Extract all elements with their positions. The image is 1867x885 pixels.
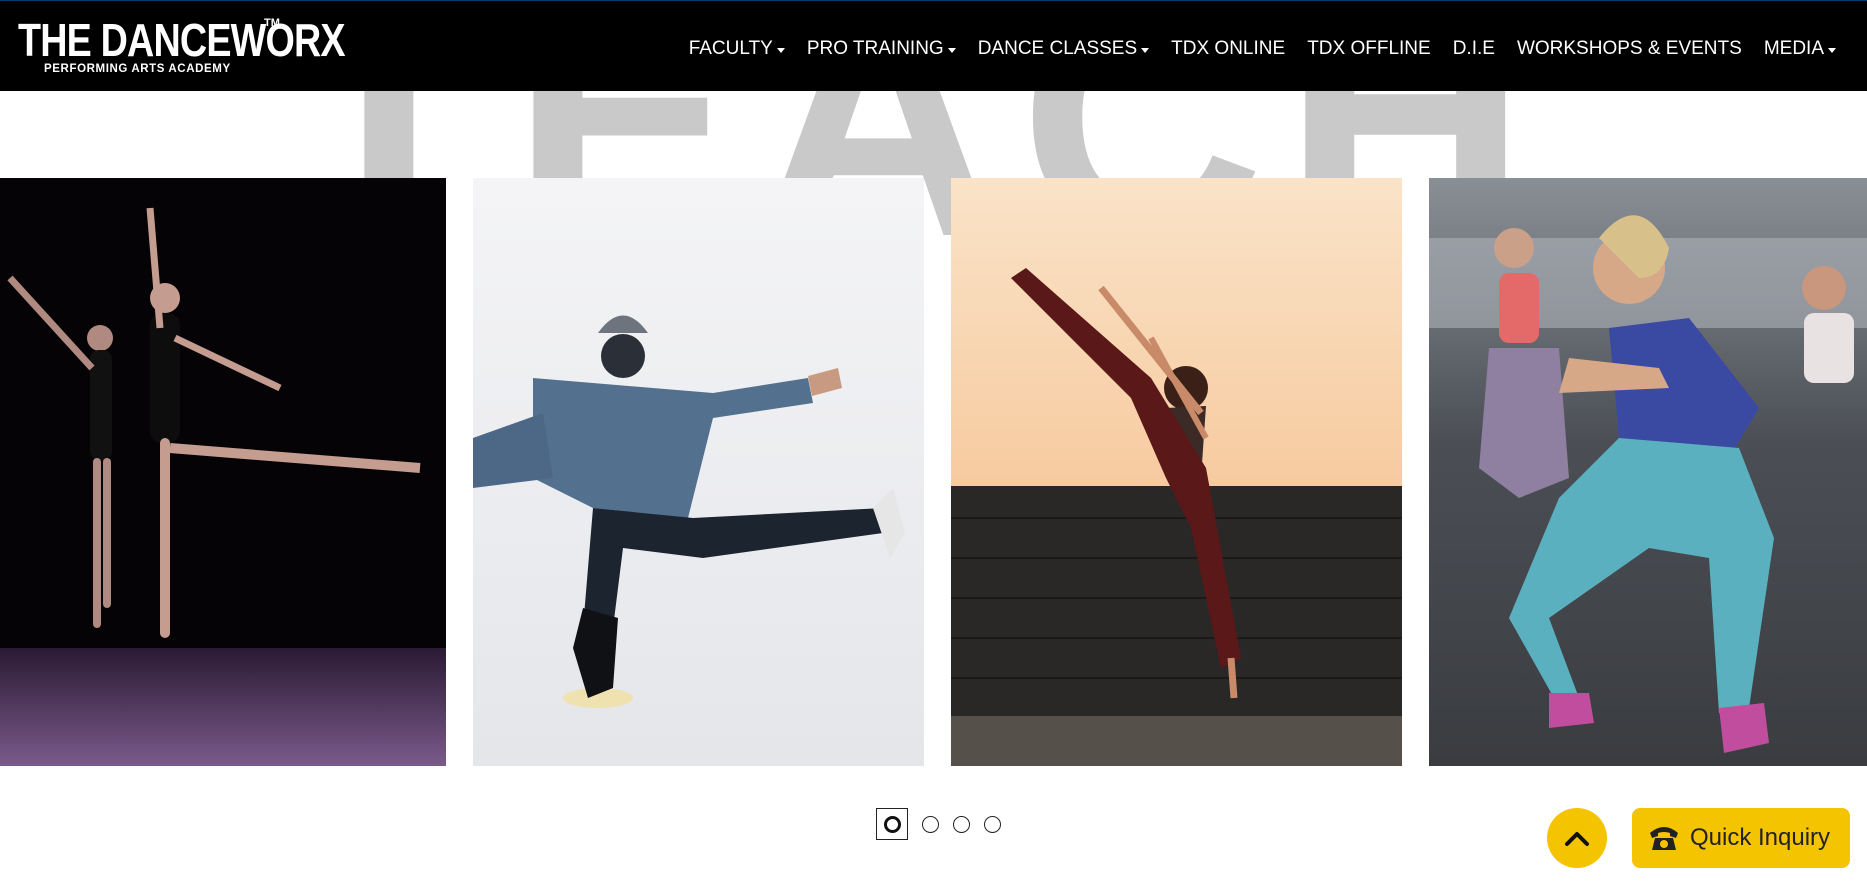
nav-item-media[interactable]: MEDIA xyxy=(1753,37,1847,61)
nav-label: FACULTY xyxy=(688,38,773,59)
ballet-dancers-photo xyxy=(0,178,446,766)
main-nav: FACULTY PRO TRAINING DANCE CLASSES TDX O… xyxy=(678,37,1847,61)
nav-label: MEDIA xyxy=(1763,38,1824,59)
carousel-dot-4[interactable] xyxy=(984,815,1001,833)
carousel-slide-hiphop[interactable] xyxy=(473,178,924,766)
nav-label: WORKSHOPS & EVENTS xyxy=(1516,38,1742,59)
top-navbar: THE DANCEWORX TM PERFORMING ARTS ACADEMY… xyxy=(0,0,1867,91)
scroll-to-top-button[interactable] xyxy=(1547,808,1607,868)
nav-label: TDX ONLINE xyxy=(1171,38,1286,59)
chevron-down-icon xyxy=(1141,47,1150,53)
image-carousel[interactable] xyxy=(0,178,1867,766)
carousel-slide-fitness[interactable] xyxy=(1429,178,1867,766)
carousel-slide-ballet[interactable] xyxy=(0,178,446,766)
chevron-down-icon xyxy=(776,47,785,53)
carousel-dot-3[interactable] xyxy=(953,815,970,833)
nav-item-dance-classes[interactable]: DANCE CLASSES xyxy=(967,37,1160,61)
fitness-class-squat-photo xyxy=(1429,178,1867,766)
chevron-down-icon xyxy=(1828,47,1836,53)
nav-item-faculty[interactable]: FACULTY xyxy=(678,37,796,61)
carousel-slide-contemporary[interactable] xyxy=(951,178,1402,766)
trademark-mark: TM xyxy=(264,17,280,29)
carousel-dot-1-active[interactable] xyxy=(876,808,908,840)
brand-tagline: PERFORMING ARTS ACADEMY xyxy=(44,63,231,75)
nav-item-tdx-online[interactable]: TDX ONLINE xyxy=(1160,37,1296,61)
nav-label: D.I.E xyxy=(1452,38,1495,59)
nav-item-workshops-events[interactable]: WORKSHOPS & EVENTS xyxy=(1506,37,1753,61)
nav-label: TDX OFFLINE xyxy=(1307,38,1431,59)
chevron-down-icon xyxy=(947,47,956,53)
nav-label: DANCE CLASSES xyxy=(977,38,1138,59)
hip-hop-dancer-photo xyxy=(473,178,924,766)
contemporary-dancer-sunset-photo xyxy=(951,178,1402,766)
nav-item-pro-training[interactable]: PRO TRAINING xyxy=(796,37,967,61)
telephone-icon xyxy=(1650,827,1678,850)
chevron-up-icon xyxy=(1565,832,1589,846)
carousel-dot-2[interactable] xyxy=(922,815,939,833)
brand-logo[interactable]: THE DANCEWORX TM PERFORMING ARTS ACADEMY xyxy=(18,15,346,77)
active-dot-icon xyxy=(883,815,901,833)
brand-name: THE DANCEWORX xyxy=(18,14,346,66)
carousel-pagination xyxy=(876,808,1001,840)
nav-item-tdx-offline[interactable]: TDX OFFLINE xyxy=(1296,37,1442,61)
quick-inquiry-button[interactable]: Quick Inquiry xyxy=(1632,808,1850,868)
nav-label: PRO TRAINING xyxy=(806,38,944,59)
quick-inquiry-label: Quick Inquiry xyxy=(1690,824,1831,851)
nav-item-die[interactable]: D.I.E xyxy=(1442,37,1506,61)
